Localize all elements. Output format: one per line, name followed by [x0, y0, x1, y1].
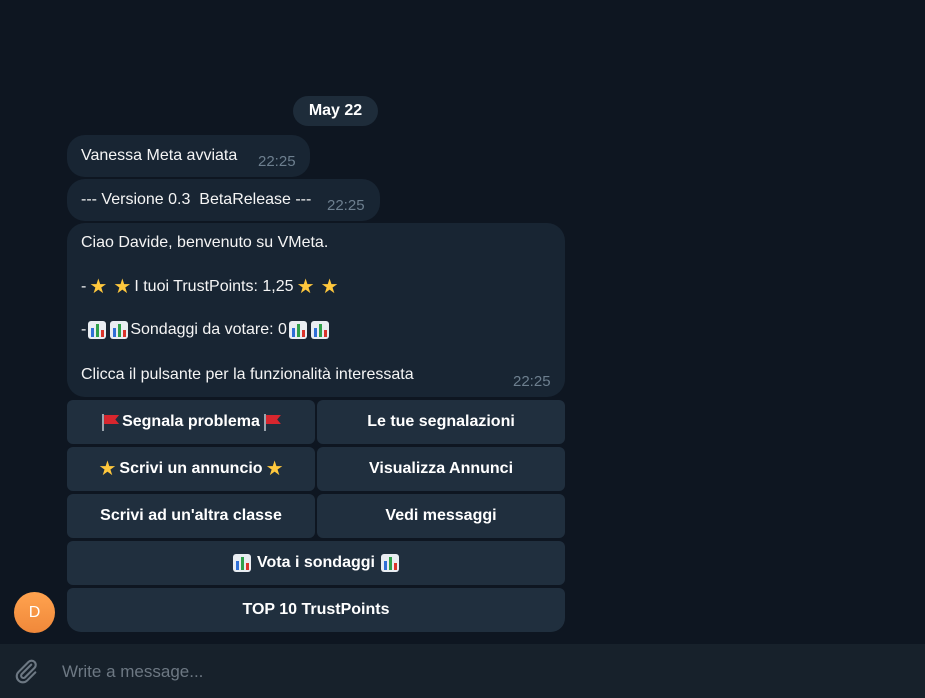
write-ad-button[interactable]: ★ Scrivi un annuncio ★ — [67, 447, 315, 491]
message-input[interactable] — [60, 659, 904, 685]
message-time: 22:25 — [513, 373, 551, 390]
star-icon: ★ — [320, 276, 339, 298]
paperclip-icon[interactable] — [12, 657, 40, 685]
message-time: 22:25 — [258, 153, 296, 170]
message-time: 22:25 — [327, 197, 365, 214]
trustpoints-line: - ★ ★ I tuoi TrustPoints: 1,25 ★ ★ — [81, 277, 342, 297]
cta-line: Clicca il pulsante per la funzionalità i… — [81, 366, 414, 384]
cta-text: Clicca il pulsante per la funzionalità i… — [81, 366, 414, 383]
bar-chart-icon — [88, 321, 107, 339]
message-bubble: Vanessa Meta avviata 22:25 — [67, 135, 310, 177]
bar-chart-icon — [310, 321, 329, 339]
report-problem-button[interactable]: Segnala problema — [67, 400, 315, 444]
message-composer — [0, 644, 925, 698]
star-icon: ★ — [113, 276, 132, 298]
trustpoints-text: I tuoi TrustPoints: 1,25 — [134, 278, 294, 295]
top10-trustpoints-button[interactable]: TOP 10 TrustPoints — [67, 588, 565, 632]
chat-area: May 22 Vanessa Meta avviata 22:25 --- Ve… — [0, 0, 925, 644]
bar-chart-icon — [110, 321, 129, 339]
greeting-line: Ciao Davide, benvenuto su VMeta. — [81, 234, 328, 252]
polls-text: Sondaggi da votare: 0 — [130, 321, 287, 338]
red-flag-icon — [100, 413, 120, 431]
star-icon: ★ — [296, 276, 315, 298]
view-messages-button[interactable]: Vedi messaggi — [317, 494, 565, 538]
star-icon: ★ — [265, 458, 284, 480]
report-problem-label: Segnala problema — [122, 413, 260, 430]
message-text: Vanessa Meta avviata — [81, 147, 238, 164]
bar-chart-icon — [232, 554, 251, 572]
vote-polls-label: Vota i sondaggi — [252, 554, 380, 571]
polls-prefix: - — [81, 321, 87, 338]
message-bubble: --- Versione 0.3 BetaRelease --- 22:25 — [67, 179, 380, 221]
welcome-message-bubble: Ciao Davide, benvenuto su VMeta. - ★ ★ I… — [67, 223, 565, 397]
write-other-class-button[interactable]: Scrivi ad un'altra classe — [67, 494, 315, 538]
bar-chart-icon — [288, 321, 307, 339]
write-ad-label: Scrivi un annuncio — [119, 460, 263, 477]
view-ads-button[interactable]: Visualizza Annunci — [317, 447, 565, 491]
polls-line: - Sondaggi da votare: 0 — [81, 321, 331, 339]
vote-polls-button[interactable]: Vota i sondaggi — [67, 541, 565, 585]
date-separator: May 22 — [293, 96, 378, 126]
bar-chart-icon — [381, 554, 400, 572]
greeting-text: Ciao Davide, benvenuto su VMeta. — [81, 234, 329, 251]
trustpoints-prefix: - — [81, 278, 87, 295]
red-flag-icon — [262, 413, 282, 431]
message-text: --- Versione 0.3 BetaRelease --- — [81, 191, 312, 208]
avatar[interactable]: D — [14, 592, 55, 633]
your-reports-button[interactable]: Le tue segnalazioni — [317, 400, 565, 444]
star-icon: ★ — [89, 276, 108, 298]
star-icon: ★ — [98, 458, 117, 480]
